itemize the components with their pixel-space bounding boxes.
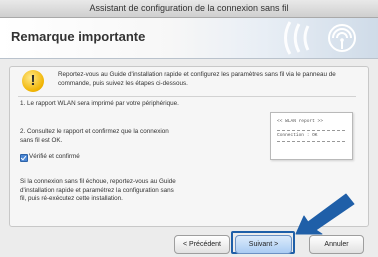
important-notice: ! Reportez-vous au Guide d'installation … [18,66,358,95]
report-line-title: << WLAN report >> [277,119,323,124]
next-button[interactable]: Suivant > [235,235,292,254]
notice-text: Reportez-vous au Guide d'installation ra… [58,71,336,87]
window-title: Assistant de configuration de la connexi… [0,0,378,18]
page-title: Remarque importante [11,29,146,44]
wlan-report-preview: << WLAN report >> Connection : OK [270,112,353,160]
report-divider [277,130,345,131]
report-line-status: Connection : OK [277,133,318,138]
wireless-logo-icon [284,21,356,55]
verified-checkbox[interactable] [20,154,28,162]
step-2-text: 2. Consultez le rapport et confirmez que… [20,128,169,144]
failure-instructions: Si la connexion sans fil échoue, reporte… [20,178,176,202]
cancel-button[interactable]: Annuler [309,235,364,254]
setup-wizard-window: Assistant de configuration de la connexi… [0,0,378,257]
verified-checkbox-label[interactable]: Vérifié et confirmé [29,153,80,162]
divider [18,96,356,97]
report-divider [277,141,345,142]
header-banner: Remarque importante [0,18,378,59]
warning-icon: ! [22,70,44,92]
arrow-pointer-icon [295,193,355,235]
step-1-text: 1. Le rapport WLAN sera imprimé par votr… [20,100,179,107]
back-button[interactable]: < Précédent [174,235,230,254]
